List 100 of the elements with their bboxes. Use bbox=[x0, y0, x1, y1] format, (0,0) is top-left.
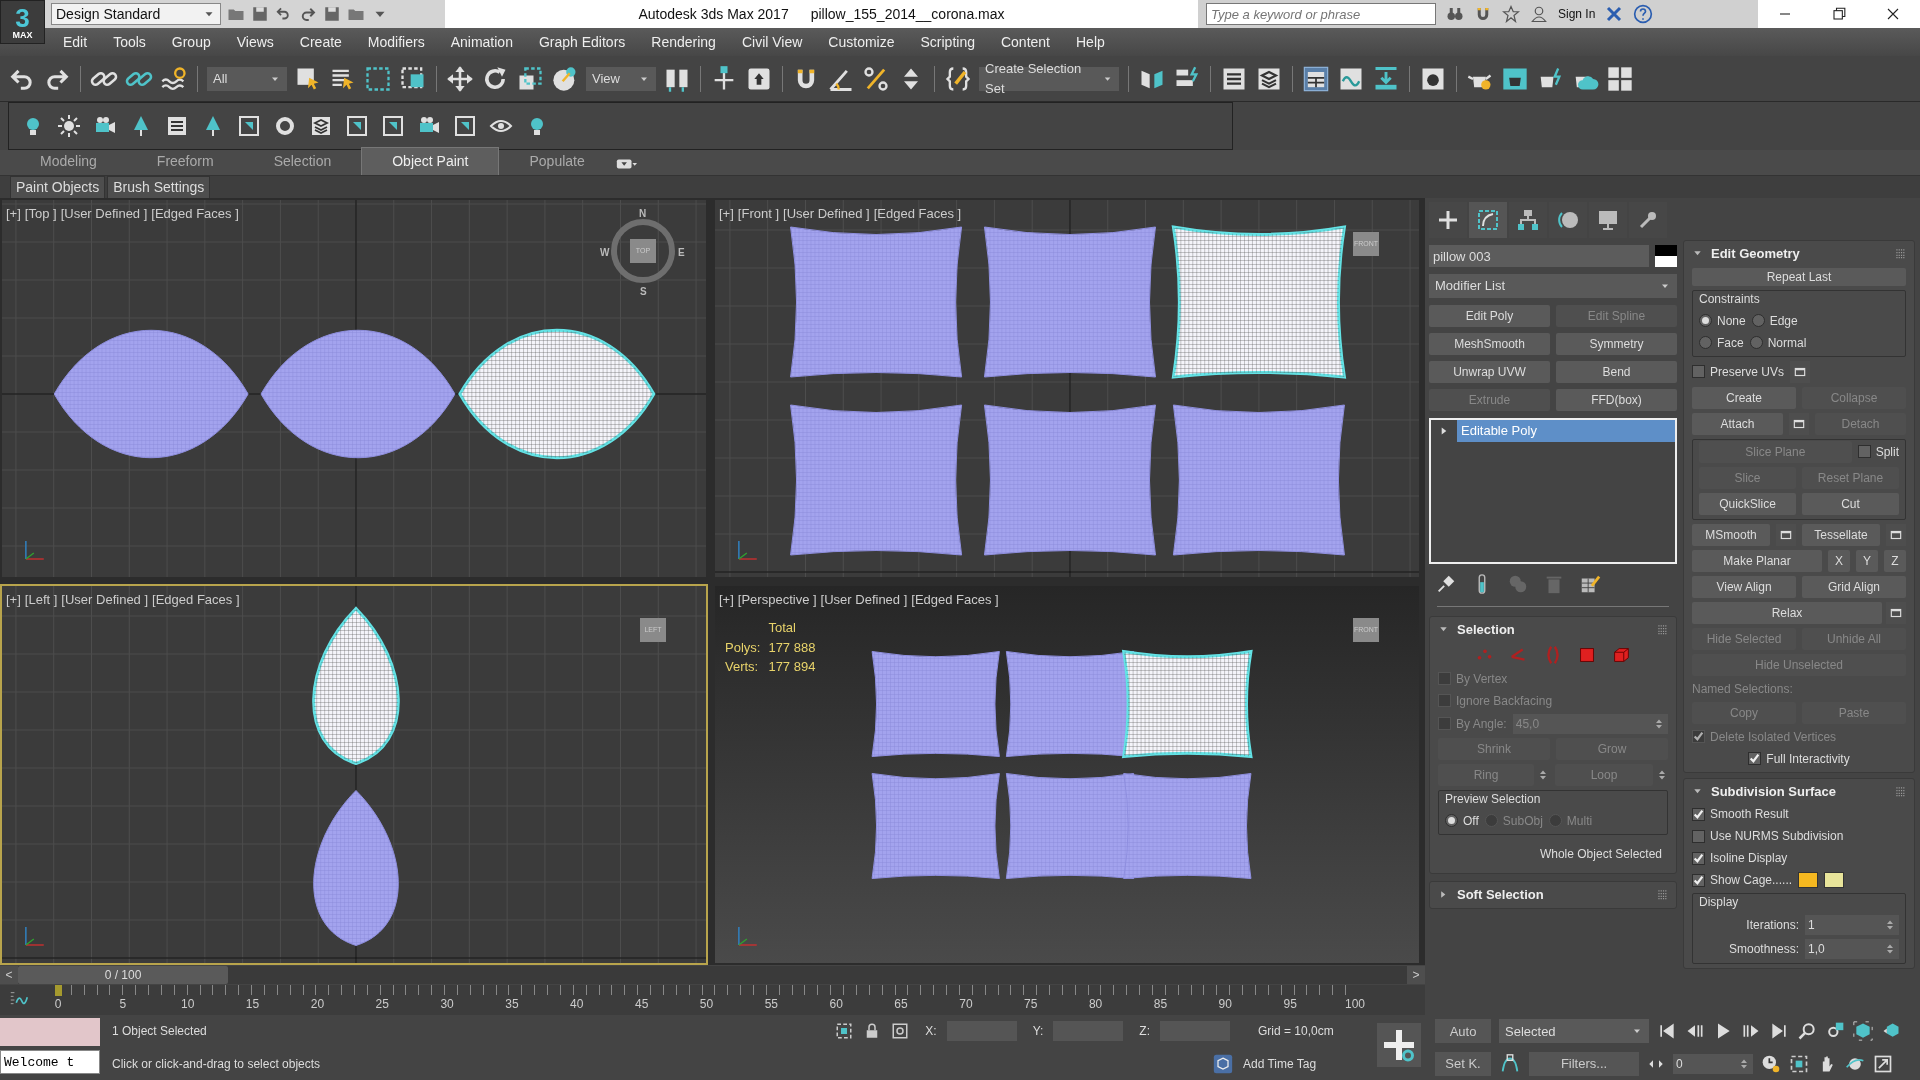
ribbon-panel-tab[interactable]: Brush Settings bbox=[107, 175, 211, 199]
redo-icon[interactable] bbox=[299, 5, 317, 23]
ribbon-tab[interactable]: Freeform bbox=[126, 148, 244, 175]
add-time-tag-button[interactable]: Add Time Tag bbox=[1243, 1054, 1373, 1073]
radio-button[interactable] bbox=[1699, 336, 1712, 349]
command-button[interactable]: Cut bbox=[1802, 492, 1899, 515]
modifier-button[interactable]: Symmetry bbox=[1556, 333, 1677, 355]
named-selection-dropdown[interactable]: Create Selection Set bbox=[979, 66, 1119, 91]
rollout-title[interactable]: Subdivision Surface bbox=[1711, 781, 1887, 801]
viewport-label[interactable]: [+] bbox=[6, 590, 21, 610]
radio-button[interactable] bbox=[1751, 314, 1765, 327]
viewport-label[interactable]: [+] bbox=[719, 204, 734, 224]
viewport-label[interactable]: [Edged Faces ] bbox=[151, 204, 239, 224]
object-name-field[interactable]: pillow 003 bbox=[1429, 245, 1649, 267]
checkbox[interactable] bbox=[1692, 365, 1705, 378]
layers-icon[interactable] bbox=[309, 114, 333, 138]
menu-item[interactable]: Graph Editors bbox=[525, 31, 639, 53]
command-button[interactable]: Relax bbox=[1692, 601, 1882, 624]
ribbon-tab[interactable]: Populate bbox=[499, 148, 615, 175]
listener-output[interactable]: Welcome t bbox=[0, 1050, 100, 1074]
modifier-list-dropdown[interactable]: Modifier List bbox=[1429, 274, 1677, 298]
star-icon[interactable] bbox=[1502, 5, 1520, 23]
command-button[interactable]: Repeat Last bbox=[1692, 267, 1906, 286]
grip-icon[interactable] bbox=[1895, 785, 1906, 797]
modifier-button[interactable]: Edit Poly bbox=[1429, 305, 1550, 327]
menu-item[interactable]: Views bbox=[223, 31, 287, 53]
command-button[interactable]: QuickSlice bbox=[1699, 492, 1796, 515]
menu-item[interactable]: Rendering bbox=[638, 31, 729, 53]
viewport-label[interactable]: [Perspective ] bbox=[737, 590, 817, 610]
list-icon[interactable] bbox=[165, 114, 189, 138]
viewport-label[interactable]: [+] bbox=[719, 590, 734, 610]
command-button[interactable]: Grid Align bbox=[1802, 575, 1906, 598]
user-icon[interactable] bbox=[1530, 5, 1548, 23]
settings-button[interactable] bbox=[1776, 523, 1796, 546]
sign-in-link[interactable]: Sign In bbox=[1558, 5, 1596, 23]
ribbon-tab[interactable]: Object Paint bbox=[361, 147, 500, 175]
frame-counter[interactable]: 0 / 100 bbox=[18, 966, 228, 984]
ribbon-tab[interactable]: Modeling bbox=[10, 148, 127, 175]
menu-item[interactable]: Civil View bbox=[728, 31, 816, 53]
help-icon[interactable] bbox=[1633, 4, 1654, 24]
viewport-label[interactable]: [User Defined ] bbox=[783, 204, 870, 224]
command-button[interactable]: Make Planar bbox=[1692, 549, 1822, 572]
menu-item[interactable]: Edit bbox=[50, 31, 101, 53]
next-frame-button[interactable]: > bbox=[1407, 966, 1425, 984]
viewport-label[interactable]: [Edged Faces ] bbox=[911, 590, 999, 610]
search-field[interactable]: Type a keyword or phrase bbox=[1206, 3, 1436, 25]
radio-button[interactable] bbox=[1749, 336, 1763, 349]
sun-icon[interactable] bbox=[57, 114, 81, 138]
pin-icon[interactable] bbox=[1435, 573, 1457, 595]
grip-icon[interactable] bbox=[1657, 888, 1668, 900]
selection-region-icon[interactable] bbox=[364, 64, 392, 93]
current-frame-marker[interactable] bbox=[55, 985, 62, 996]
move-icon[interactable] bbox=[446, 64, 474, 93]
set-key-button[interactable] bbox=[1377, 1023, 1421, 1067]
color-swatch[interactable] bbox=[1798, 872, 1819, 888]
modifier-button[interactable]: FFD(box) bbox=[1556, 389, 1677, 411]
modifier-button[interactable]: MeshSmooth bbox=[1429, 333, 1550, 355]
settings-button[interactable] bbox=[1790, 360, 1811, 383]
settings-button[interactable] bbox=[1886, 523, 1906, 546]
command-panel-tab[interactable] bbox=[1469, 202, 1507, 238]
menu-item[interactable]: Customize bbox=[815, 31, 908, 53]
radio-button[interactable] bbox=[1445, 814, 1458, 827]
spinner-field[interactable]: 1,0 bbox=[1805, 939, 1899, 959]
viewport-label[interactable]: [User Defined ] bbox=[61, 590, 149, 610]
isolate-icon[interactable] bbox=[835, 1022, 854, 1041]
table-icon[interactable] bbox=[1302, 64, 1330, 93]
modifier-button[interactable]: Bend bbox=[1556, 361, 1677, 383]
menu-item[interactable]: Help bbox=[1063, 31, 1118, 53]
wave-icon[interactable] bbox=[160, 64, 188, 93]
table-pencil-icon[interactable] bbox=[1579, 573, 1601, 595]
workspace-dropdown[interactable]: Design Standard bbox=[51, 3, 221, 25]
checkbox[interactable] bbox=[1748, 752, 1762, 765]
rollout-title[interactable]: Edit Geometry bbox=[1711, 244, 1887, 264]
selection-filter-dropdown[interactable]: All bbox=[207, 66, 287, 91]
application-button[interactable]: 3 MAX bbox=[0, 0, 45, 44]
frame-icon[interactable] bbox=[381, 114, 405, 138]
color-swatch[interactable] bbox=[1824, 872, 1845, 888]
spinner-field[interactable]: 1 bbox=[1805, 915, 1899, 935]
ribbon-tab[interactable]: Selection bbox=[243, 148, 362, 175]
ribbon-panel-tab[interactable]: Paint Objects bbox=[10, 175, 106, 199]
viewport-label[interactable]: [Left ] bbox=[24, 590, 58, 610]
zoom-extents-icon[interactable] bbox=[1853, 1021, 1873, 1042]
checkbox[interactable] bbox=[1692, 829, 1705, 843]
previous-frame-button[interactable]: < bbox=[0, 966, 18, 984]
viewport-label[interactable]: [Edged Faces ] bbox=[152, 590, 240, 610]
frame-icon[interactable] bbox=[453, 114, 477, 138]
auto-key-button[interactable]: Auto bbox=[1435, 1019, 1491, 1044]
viewport-label[interactable]: [Top ] bbox=[24, 204, 57, 224]
frame-icon[interactable] bbox=[345, 114, 369, 138]
viewport-label[interactable]: [+] bbox=[6, 204, 21, 224]
command-button[interactable]: Tessellate bbox=[1802, 523, 1880, 546]
command-button[interactable]: Attach bbox=[1692, 412, 1783, 435]
radio-button[interactable] bbox=[1699, 314, 1712, 327]
menu-item[interactable]: Group bbox=[158, 31, 224, 53]
zoom-icon[interactable] bbox=[1797, 1021, 1817, 1042]
viewport-label[interactable]: [User Defined ] bbox=[820, 590, 908, 610]
frame-icon[interactable] bbox=[237, 114, 261, 138]
command-button[interactable]: MSmooth bbox=[1692, 523, 1770, 546]
viewport-label[interactable]: [User Defined ] bbox=[60, 204, 148, 224]
menu-item[interactable]: Scripting bbox=[907, 31, 988, 53]
